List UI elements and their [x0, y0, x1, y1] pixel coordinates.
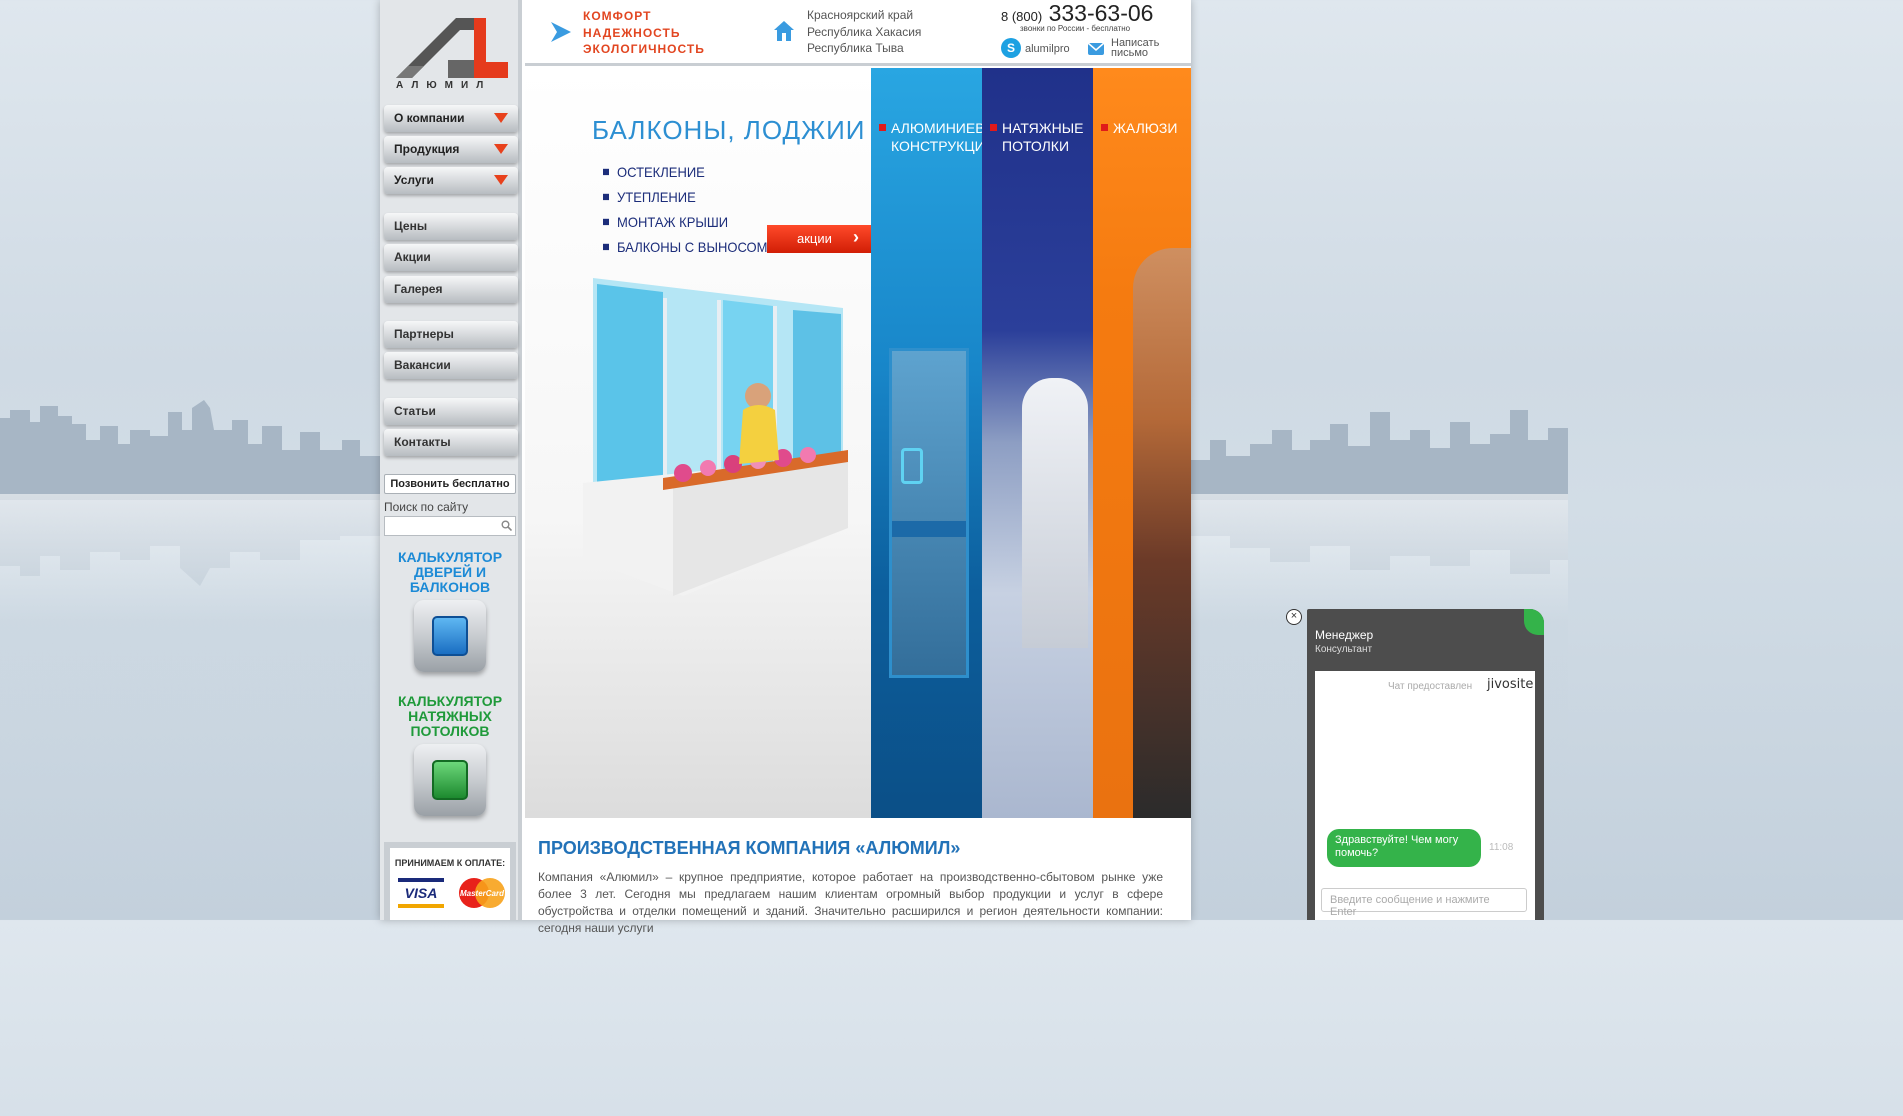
nav-gallery[interactable]: Галерея [384, 276, 518, 303]
chat-provided-by: Чат предоставлен [1388, 681, 1473, 692]
nav-promotions[interactable]: Акции [384, 244, 518, 271]
nav-vacancies[interactable]: Вакансии [384, 352, 518, 379]
write-letter-line-2: письмо [1111, 47, 1149, 59]
company-heading: ПРОИЗВОДСТВЕННАЯ КОМПАНИЯ «АЛЮМИЛ» [538, 838, 961, 858]
calculator-icon [432, 760, 468, 800]
calculator-icon [432, 616, 468, 656]
nav-vacancies-label: Вакансии [394, 358, 451, 372]
logo-text: АЛЮМИЛ [396, 80, 492, 91]
phone-prefix: 8 (800) [1001, 9, 1043, 24]
svg-text:MasterCard: MasterCard [460, 889, 505, 898]
nav-articles[interactable]: Статьи [384, 398, 518, 425]
hero-banner: БАЛКОНЫ, ЛОДЖИИ ОСТЕКЛЕНИЕ УТЕПЛЕНИЕ МОН… [525, 68, 1191, 818]
chevron-down-icon [494, 175, 508, 185]
slogan-line-2: НАДЕЖНОСТЬ [583, 25, 681, 40]
woman-illustration [1133, 248, 1191, 818]
calc-doors-title[interactable]: КАЛЬКУЛЯТОР ДВЕРЕЙ И БАЛКОНОВ [386, 550, 514, 595]
slogan-line-3: ЭКОЛОГИЧНОСТЬ [583, 42, 705, 56]
nav-partners-label: Партнеры [394, 327, 454, 341]
chevron-down-icon [494, 144, 508, 154]
company-description: Компания «Алюмил» – крупное предприятие,… [538, 870, 1163, 935]
glass-door-illustration [889, 348, 969, 678]
nav-contacts[interactable]: Контакты [384, 429, 518, 456]
calc-doors-button[interactable] [414, 600, 486, 672]
interior-door-illustration [1022, 378, 1088, 648]
nav-prices[interactable]: Цены [384, 213, 518, 240]
blinds-panel[interactable]: ЖАЛЮЗИ [1093, 68, 1191, 818]
balconies-panel[interactable]: БАЛКОНЫ, ЛОДЖИИ ОСТЕКЛЕНИЕ УТЕПЛЕНИЕ МОН… [525, 68, 871, 818]
promo-button[interactable]: акции [767, 225, 871, 253]
ceilings-label-line-2: ПОТОЛКИ [1002, 138, 1070, 154]
blinds-label: ЖАЛЮЗИ [1100, 119, 1178, 137]
slogan-line-1: КОМФОРТ [583, 9, 652, 23]
bullet-roof: МОНТАЖ КРЫШИ [603, 215, 768, 231]
call-free-button[interactable]: Позвонить бесплатно [384, 474, 516, 494]
aluminium-panel[interactable]: АЛЮМИНИЕВЫЕ КОНСТРУКЦИИ [871, 68, 1006, 818]
skype-icon[interactable]: S [1001, 38, 1021, 58]
arrow-right-icon [551, 22, 571, 42]
nav-services-label: Услуги [394, 173, 434, 187]
page-container: АЛЮМИЛ О компании Продукция Услуги Цены … [380, 0, 1191, 935]
skype-label[interactable]: alumilpro [1025, 43, 1070, 55]
nav-services[interactable]: Услуги [384, 167, 518, 194]
balcony-illustration [583, 278, 848, 596]
chat-input[interactable]: Введите сообщение и нажмите Enter [1321, 888, 1527, 918]
bullet-extended: БАЛКОНЫ С ВЫНОСОМ [603, 240, 768, 256]
nav-promotions-label: Акции [394, 250, 431, 264]
chevron-down-icon [494, 113, 508, 123]
header: КОМФОРТ НАДЕЖНОСТЬ ЭКОЛОГИЧНОСТЬ Красноя… [525, 0, 1191, 66]
balconies-title: БАЛКОНЫ, ЛОДЖИИ [592, 115, 866, 145]
nav-about[interactable]: О компании [384, 105, 518, 132]
bullet-insulation: УТЕПЛЕНИЕ [603, 190, 768, 206]
phone-note: звонки по России - бесплатно [1020, 24, 1131, 33]
regions-list: Красноярский край Республика Хакасия Рес… [807, 7, 921, 57]
nav-about-label: О компании [394, 111, 465, 125]
write-letter-link[interactable]: Написать письмо [1111, 38, 1159, 59]
blinds-label-line-1: ЖАЛЮЗИ [1113, 120, 1178, 136]
nav-articles-label: Статьи [394, 404, 436, 418]
jivosite-logo[interactable]: jivosite [1487, 677, 1533, 692]
search-icon[interactable] [501, 520, 512, 531]
ceilings-label: НАТЯЖНЫЕ ПОТОЛКИ [989, 119, 1084, 155]
payment-title: ПРИНИМАЕМ К ОПЛАТЕ: [394, 858, 506, 868]
search-input[interactable] [384, 516, 516, 536]
ceilings-label-line-1: НАТЯЖНЫЕ [1002, 120, 1084, 136]
phone-number[interactable]: 8 (800) 333-63-06 [1001, 0, 1153, 27]
payment-box: ПРИНИМАЕМ К ОПЛАТЕ: VISA MasterCard [384, 842, 516, 920]
sidebar: АЛЮМИЛ О компании Продукция Услуги Цены … [380, 0, 522, 920]
region-krasnoyarsk: Красноярский край [807, 8, 914, 22]
house-icon [774, 21, 794, 41]
region-tyva: Республика Тыва [807, 41, 904, 55]
mastercard-logo: MasterCard [459, 878, 505, 908]
chat-manager-name: Менеджер [1315, 628, 1374, 642]
chat-message-time: 11:08 [1489, 842, 1514, 853]
slogan: КОМФОРТ НАДЕЖНОСТЬ ЭКОЛОГИЧНОСТЬ [583, 8, 705, 58]
nav-partners[interactable]: Партнеры [384, 321, 518, 348]
search-label: Поиск по сайту [384, 500, 469, 514]
envelope-icon[interactable] [1087, 38, 1105, 58]
nav-gallery-label: Галерея [394, 282, 443, 296]
calc-ceilings-button[interactable] [414, 744, 486, 816]
nav-contacts-label: Контакты [394, 435, 451, 449]
chat-manager-role: Консультант [1315, 644, 1373, 655]
visa-logo: VISA [398, 878, 444, 908]
chat-widget: Менеджер Консультант Чат предоставлен ji… [1307, 609, 1544, 920]
phone-main: 333-63-06 [1048, 0, 1154, 26]
nav-products[interactable]: Продукция [384, 136, 518, 163]
balconies-bullet-list: ОСТЕКЛЕНИЕ УТЕПЛЕНИЕ МОНТАЖ КРЫШИ БАЛКОН… [603, 165, 768, 266]
main-content: ПРОИЗВОДСТВЕННАЯ КОМПАНИЯ «АЛЮМИЛ» Компа… [525, 818, 1191, 935]
ceilings-panel[interactable]: НАТЯЖНЫЕ ПОТОЛКИ [982, 68, 1093, 818]
bullet-glazing: ОСТЕКЛЕНИЕ [603, 165, 768, 181]
region-khakassia: Республика Хакасия [807, 24, 922, 39]
chat-body: Чат предоставлен jivosite Здравствуйте! … [1315, 671, 1535, 920]
nav-products-label: Продукция [394, 142, 460, 156]
nav-prices-label: Цены [394, 219, 428, 233]
calc-ceilings-title[interactable]: КАЛЬКУЛЯТОР НАТЯЖНЫХ ПОТОЛКОВ [386, 694, 514, 739]
chat-close-icon[interactable]: × [1286, 609, 1302, 625]
chat-message: Здравствуйте! Чем могу помочь? [1327, 829, 1481, 867]
door-handle-illustration [901, 448, 923, 484]
